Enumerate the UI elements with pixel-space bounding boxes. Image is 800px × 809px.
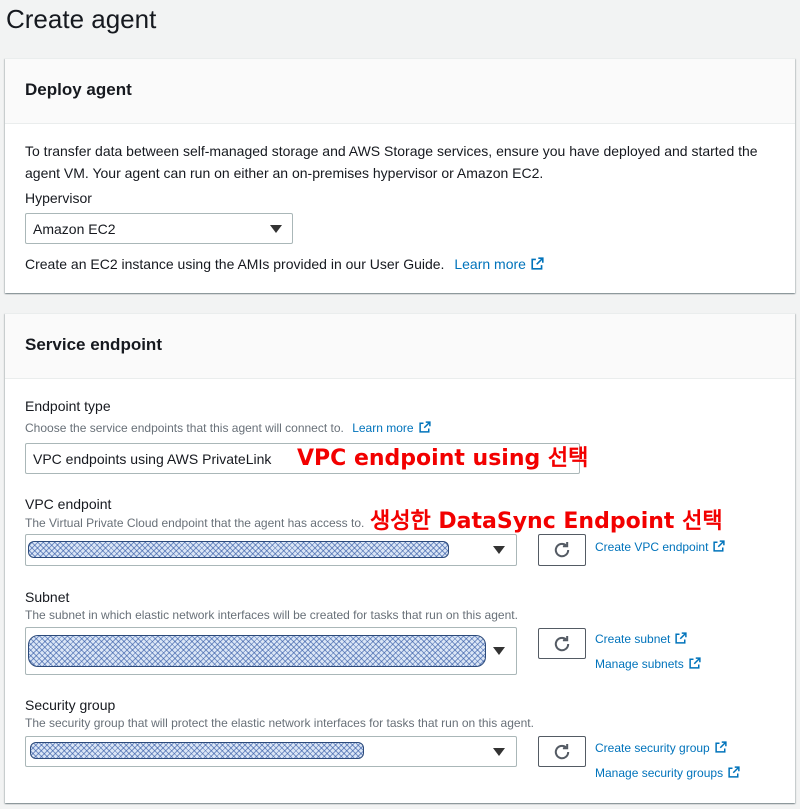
vpc-endpoint-description: The Virtual Private Cloud endpoint that … [25,516,365,530]
refresh-security-groups-button[interactable] [538,736,586,767]
panel-title: Deploy agent [25,80,132,99]
create-security-group-link[interactable]: Create security group [595,740,727,756]
caret-down-icon [493,747,505,756]
endpoint-type-label: Endpoint type [25,398,111,414]
refresh-subnets-button[interactable] [538,628,586,659]
learn-more-label: Learn more [352,421,414,435]
refresh-vpc-endpoints-button[interactable] [538,534,586,566]
redacted-value [30,742,364,759]
hypervisor-select-value: Amazon EC2 [33,220,116,237]
external-link-icon [689,657,701,669]
caret-down-icon [493,546,505,554]
manage-security-groups-link[interactable]: Manage security groups [595,765,740,781]
external-link-icon [728,766,740,778]
learn-more-link[interactable]: Learn more [352,421,431,435]
vpc-endpoint-label: VPC endpoint [25,496,112,512]
vpc-endpoint-select[interactable] [25,534,517,566]
manage-subnets-label: Manage subnets [595,657,684,671]
caret-down-icon [493,647,505,655]
subnet-select[interactable] [25,627,517,675]
refresh-icon [553,541,571,559]
external-link-icon [715,741,727,753]
page-title: Create agent [6,4,157,34]
service-endpoint-panel: Service endpoint Endpoint type Choose th… [5,313,795,803]
refresh-icon [553,635,571,653]
security-group-description: The security group that will protect the… [25,716,534,730]
ec2-note: Create an EC2 instance using the AMIs pr… [25,254,544,274]
create-vpc-endpoint-label: Create VPC endpoint [595,540,709,554]
annotation-endpoint-type: VPC endpoint using 선택 [297,446,589,471]
redacted-value [28,541,449,558]
learn-more-label: Learn more [454,256,526,272]
endpoint-type-value: VPC endpoints using AWS PrivateLink [33,450,272,467]
learn-more-link[interactable]: Learn more [454,256,544,272]
ec2-note-text: Create an EC2 instance using the AMIs pr… [25,256,445,272]
endpoint-type-description-text: Choose the service endpoints that this a… [25,421,344,435]
hypervisor-select[interactable]: Amazon EC2 [25,213,293,244]
panel-title: Service endpoint [25,335,162,354]
manage-subnets-link[interactable]: Manage subnets [595,656,701,672]
create-subnet-link[interactable]: Create subnet [595,631,688,647]
external-link-icon [531,257,544,270]
redacted-value [28,635,486,667]
create-vpc-endpoint-link[interactable]: Create VPC endpoint [595,539,726,555]
deploy-agent-description: To transfer data between self-managed st… [25,143,758,181]
endpoint-type-description: Choose the service endpoints that this a… [25,420,431,436]
panel-header: Service endpoint [5,314,795,379]
create-security-group-label: Create security group [595,741,710,755]
subnet-label: Subnet [25,589,70,605]
manage-security-groups-label: Manage security groups [595,766,724,780]
external-link-icon [713,540,726,552]
create-subnet-label: Create subnet [595,632,671,646]
caret-down-icon [270,224,282,233]
hypervisor-label: Hypervisor [25,190,92,206]
subnet-description: The subnet in which elastic network inte… [25,608,518,622]
refresh-icon [553,743,571,761]
security-group-label: Security group [25,697,116,713]
deploy-agent-panel: Deploy agent To transfer data between se… [5,58,795,293]
external-link-icon [675,632,688,644]
annotation-vpc-endpoint: 생성한 DataSync Endpoint 선택 [370,509,723,534]
panel-header: Deploy agent [5,59,795,124]
external-link-icon [418,421,431,433]
security-group-select[interactable] [25,736,517,767]
